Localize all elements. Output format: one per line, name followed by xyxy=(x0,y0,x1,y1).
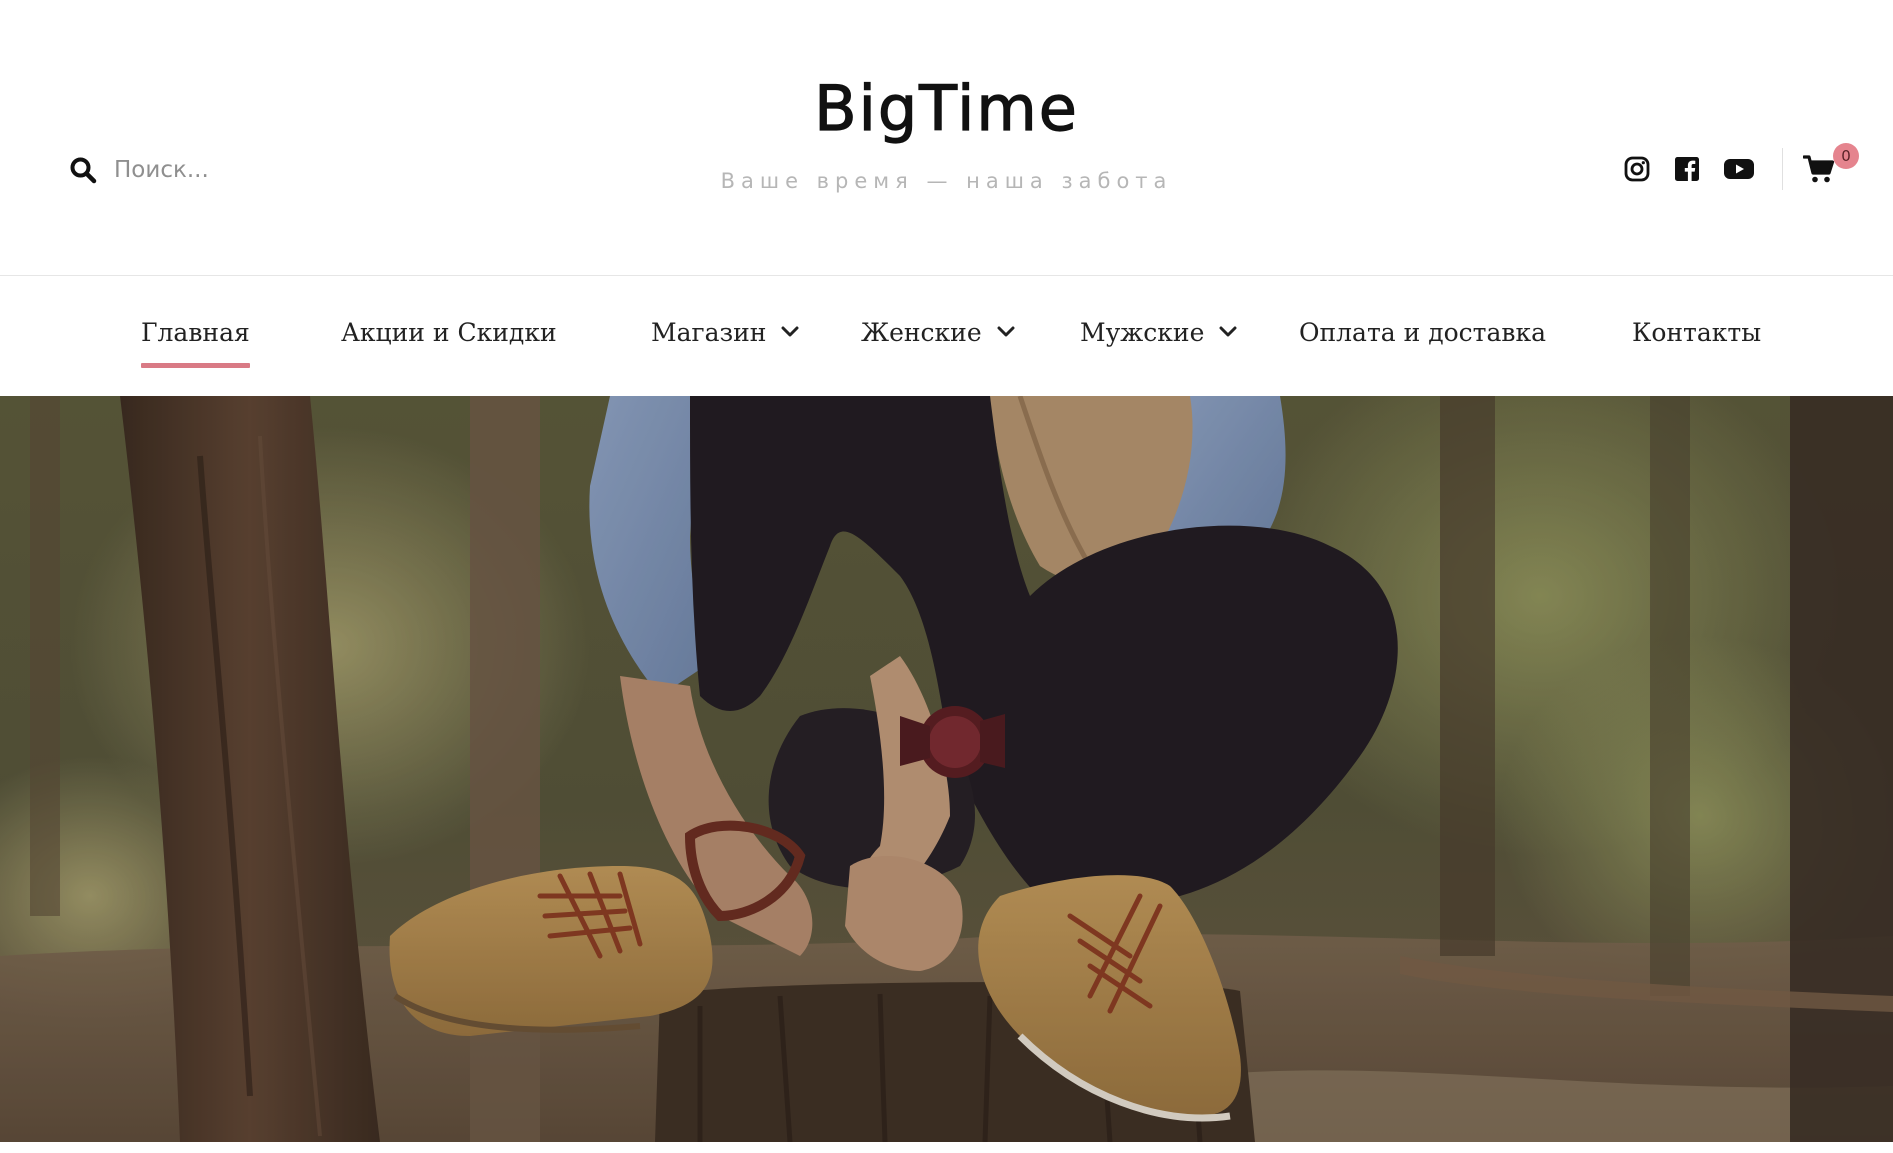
nav-item-label: Акции и Скидки xyxy=(341,317,557,347)
main-navigation: Главная Акции и Скидки Магазин Женские М… xyxy=(0,275,1893,396)
chevron-down-icon[interactable] xyxy=(1218,322,1238,342)
nav-item-shop[interactable]: Магазин xyxy=(651,315,800,349)
cart-button[interactable]: 0 xyxy=(1803,143,1859,189)
nav-item-home[interactable]: Главная xyxy=(141,315,250,368)
cart-count-badge: 0 xyxy=(1833,143,1859,169)
nav-item-men[interactable]: Мужские xyxy=(1080,315,1238,349)
nav-item-sales[interactable]: Акции и Скидки xyxy=(341,315,557,349)
active-indicator xyxy=(141,363,250,368)
site-title[interactable]: BigTime xyxy=(0,71,1893,146)
header-actions: 0 xyxy=(1602,143,1859,192)
nav-item-contacts[interactable]: Контакты xyxy=(1632,315,1761,349)
chevron-down-icon[interactable] xyxy=(996,322,1016,342)
nav-item-label: Магазин xyxy=(651,317,767,347)
header-divider xyxy=(1782,148,1783,190)
nav-item-label: Оплата и доставка xyxy=(1299,317,1547,347)
facebook-icon[interactable] xyxy=(1672,154,1702,184)
nav-item-label: Главная xyxy=(141,317,250,347)
chevron-down-icon[interactable] xyxy=(780,322,800,342)
cart-icon xyxy=(1803,154,1835,184)
nav-item-label: Женские xyxy=(861,317,982,347)
nav-item-label: Контакты xyxy=(1632,317,1762,347)
nav-item-women[interactable]: Женские xyxy=(861,315,1016,349)
youtube-icon[interactable] xyxy=(1722,154,1756,184)
hero-banner-image xyxy=(0,396,1893,1142)
site-header: BigTime Ваше время — наша забота xyxy=(0,0,1893,275)
nav-item-payment-delivery[interactable]: Оплата и доставка xyxy=(1299,315,1546,349)
nav-item-label: Мужские xyxy=(1080,317,1205,347)
instagram-icon[interactable] xyxy=(1622,154,1652,184)
